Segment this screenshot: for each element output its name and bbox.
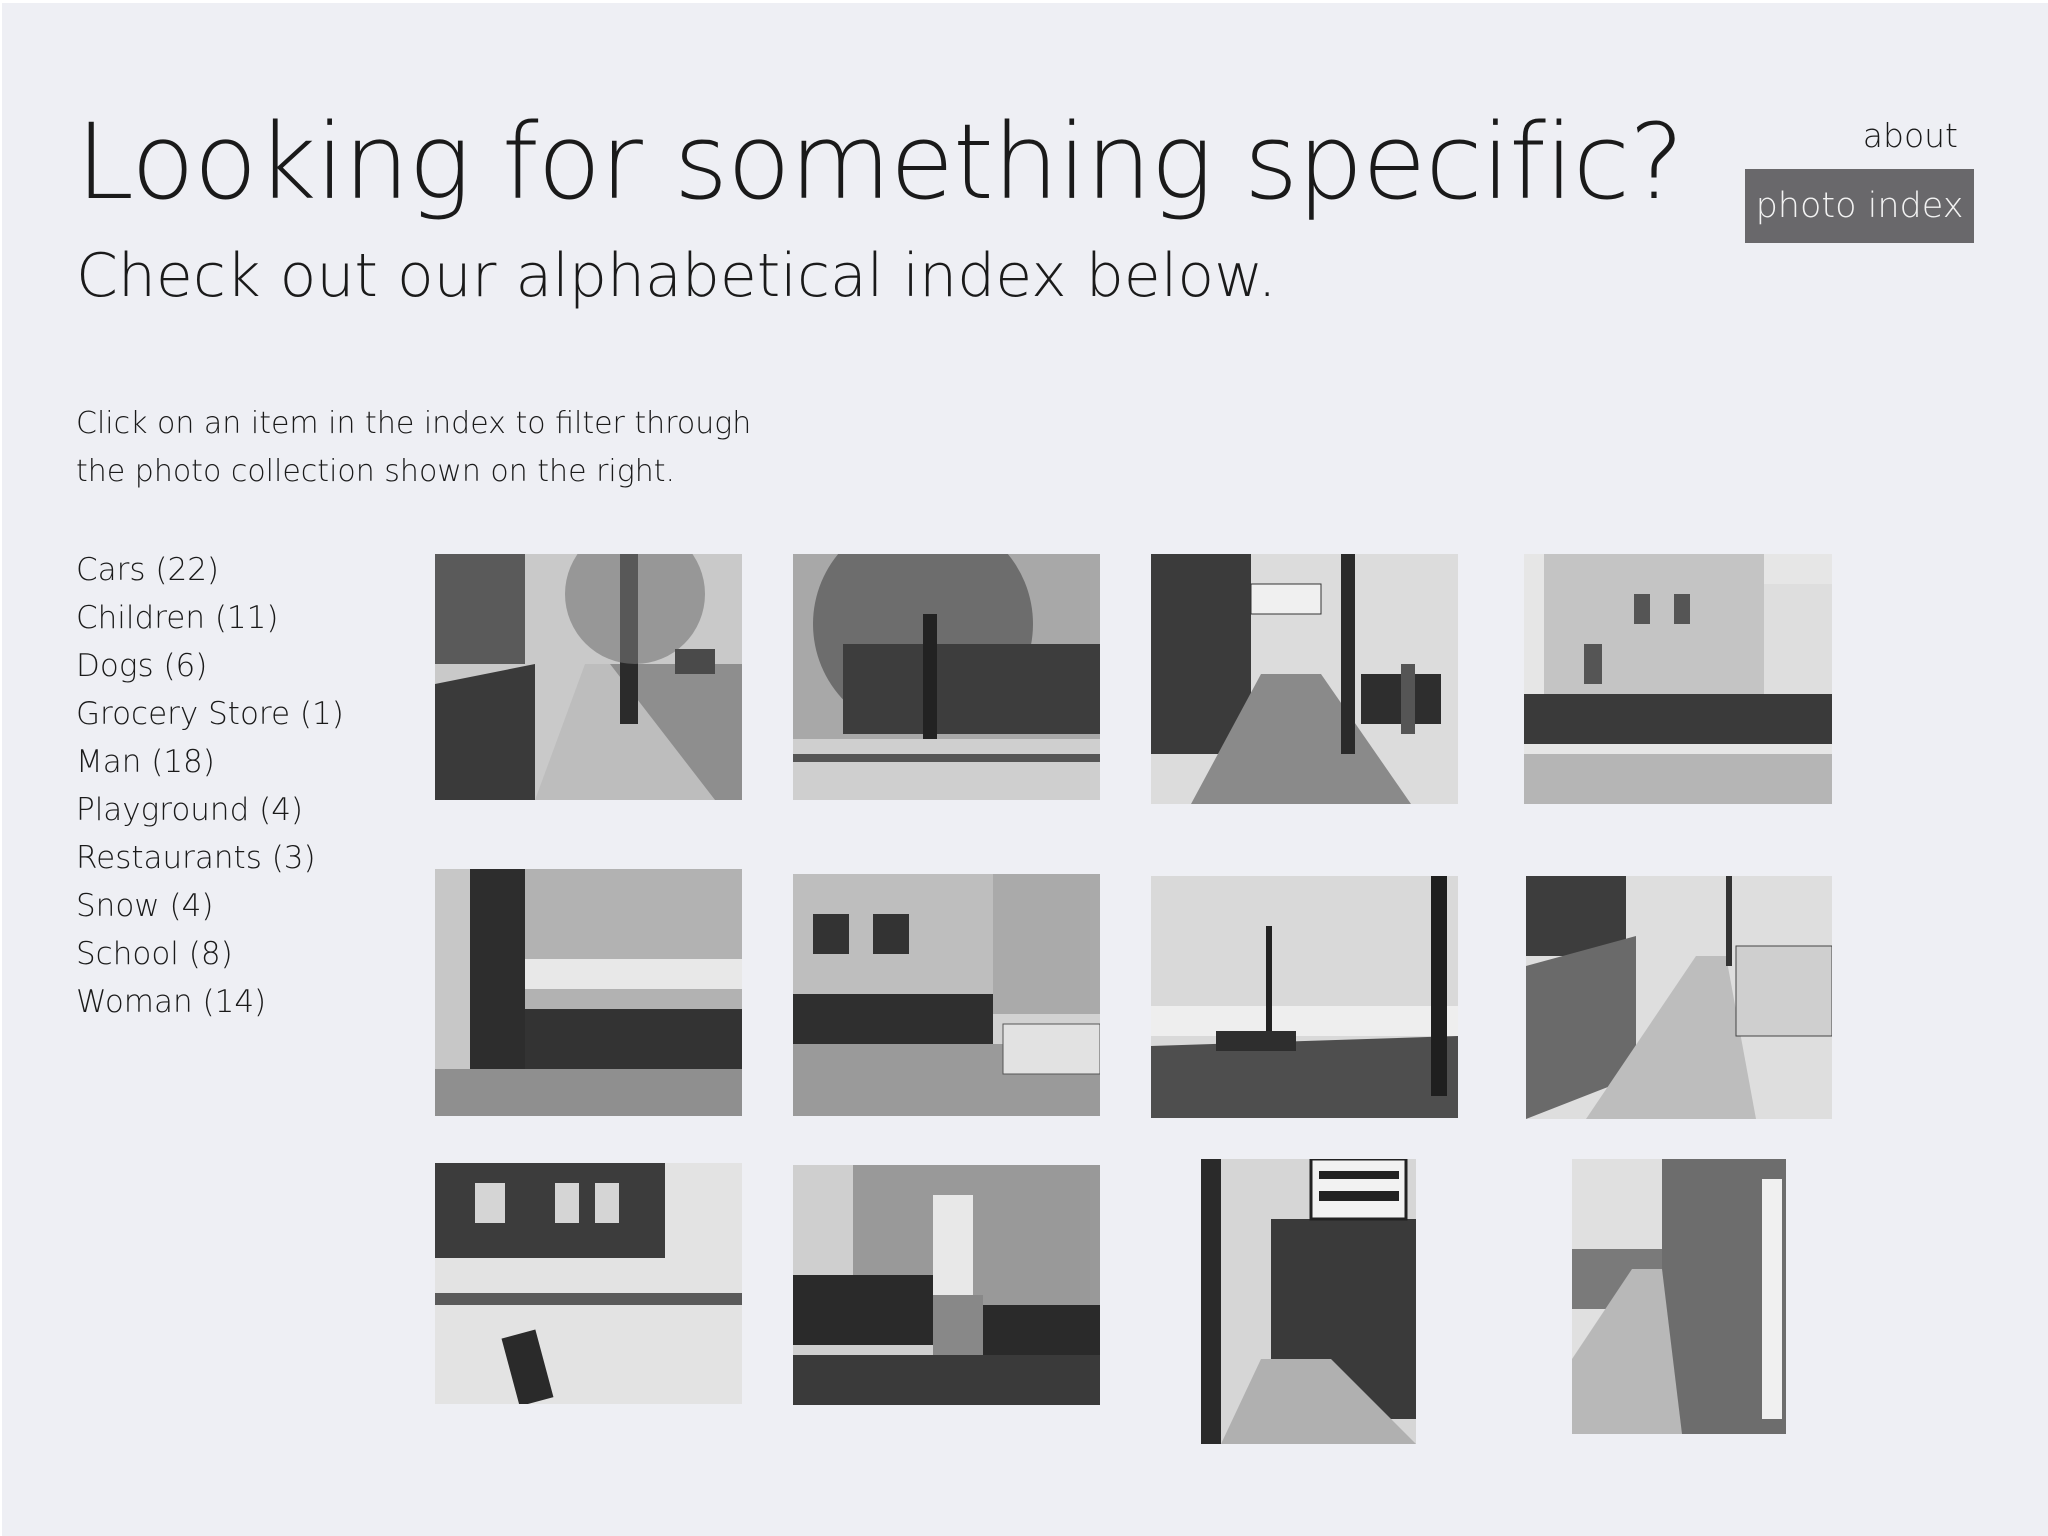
page-subtitle: Check out our alphabetical index below. xyxy=(76,241,1277,311)
nav-photo-index-link[interactable]: photo index xyxy=(1745,169,1974,243)
index-item-children[interactable]: Children (11) xyxy=(76,594,344,642)
index-item-snow[interactable]: Snow (4) xyxy=(76,882,344,930)
intro-line-2: the photo collection shown on the right. xyxy=(76,454,676,489)
photo-brick-wall-alley[interactable] xyxy=(1572,1159,1786,1434)
index-item-grocery-store[interactable]: Grocery Store (1) xyxy=(76,690,344,738)
photo-brick-house-snow[interactable] xyxy=(435,1163,742,1404)
photo-chainlink-sidewalk-wagon[interactable] xyxy=(1526,876,1832,1119)
page-title: Looking for something specific? xyxy=(76,101,1684,223)
photo-street-sidewalk-trees[interactable] xyxy=(435,554,742,800)
index-item-woman[interactable]: Woman (14) xyxy=(76,978,344,1026)
photo-porch-tree-trunk[interactable] xyxy=(435,869,742,1116)
photo-empty-road-poles[interactable] xyxy=(1151,876,1458,1118)
photo-chinese-food-takeout[interactable] xyxy=(1201,1159,1416,1444)
photo-clapboard-houses-car[interactable] xyxy=(793,874,1100,1116)
index-list: Cars (22) Children (11) Dogs (6) Grocery… xyxy=(76,546,344,1026)
photo-house-front-steps[interactable] xyxy=(793,1165,1100,1405)
index-item-man[interactable]: Man (18) xyxy=(76,738,344,786)
index-item-dogs[interactable]: Dogs (6) xyxy=(76,642,344,690)
photo-corner-house-tree[interactable] xyxy=(793,554,1100,800)
intro-line-1: Click on an item in the index to filter … xyxy=(76,406,752,441)
index-item-school[interactable]: School (8) xyxy=(76,930,344,978)
nav-about-link[interactable]: about xyxy=(1863,116,1958,155)
photo-storefront-sidewalk-man[interactable] xyxy=(1151,554,1458,804)
index-item-restaurants[interactable]: Restaurants (3) xyxy=(76,834,344,882)
intro-text: Click on an item in the index to filter … xyxy=(76,400,751,496)
index-item-playground[interactable]: Playground (4) xyxy=(76,786,344,834)
index-item-cars[interactable]: Cars (22) xyxy=(76,546,344,594)
photo-white-house-hedges[interactable] xyxy=(1524,554,1832,804)
